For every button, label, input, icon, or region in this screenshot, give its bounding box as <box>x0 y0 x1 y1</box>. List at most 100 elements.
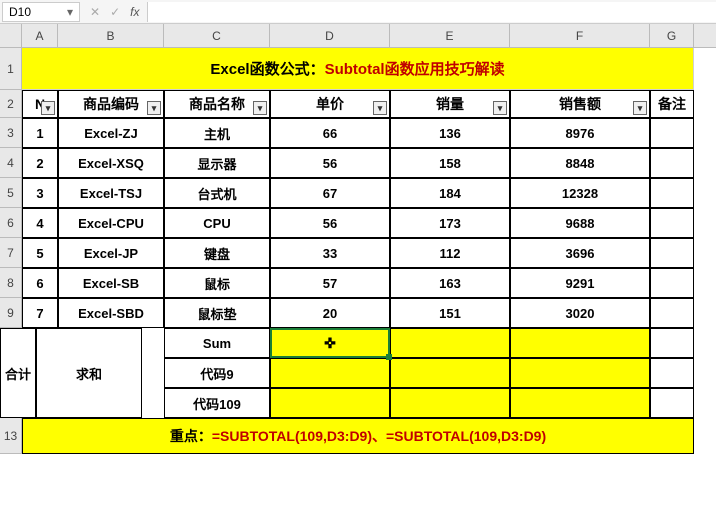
cell-remark[interactable] <box>650 298 694 328</box>
row-header-4[interactable]: 4 <box>0 148 22 178</box>
cell-name[interactable]: 键盘 <box>164 238 270 268</box>
row-header-1[interactable]: 1 <box>0 48 22 90</box>
cell-name[interactable]: 主机 <box>164 118 270 148</box>
cell-D11[interactable] <box>270 358 390 388</box>
header-remark[interactable]: 备注 <box>650 90 694 118</box>
filter-icon[interactable]: ▾ <box>147 101 161 115</box>
cell-E10[interactable] <box>390 328 510 358</box>
cell-name[interactable]: CPU <box>164 208 270 238</box>
cell-D12[interactable] <box>270 388 390 418</box>
cell-name[interactable]: 鼠标 <box>164 268 270 298</box>
filter-icon[interactable]: ▾ <box>253 101 267 115</box>
cancel-icon[interactable]: ✕ <box>90 5 100 19</box>
cell-sales[interactable]: 8848 <box>510 148 650 178</box>
cell-code[interactable]: Excel-SBD <box>58 298 164 328</box>
cell-sales[interactable]: 12328 <box>510 178 650 208</box>
filter-icon[interactable]: ▾ <box>493 101 507 115</box>
cell-price[interactable]: 66 <box>270 118 390 148</box>
cell-n[interactable]: 7 <box>22 298 58 328</box>
cell-E12[interactable] <box>390 388 510 418</box>
cell-G11[interactable] <box>650 358 694 388</box>
col-header-C[interactable]: C <box>164 24 270 47</box>
merge-total-B[interactable]: 求和 <box>36 328 142 418</box>
cell-code[interactable]: Excel-XSQ <box>58 148 164 178</box>
merge-total-A[interactable]: 合计 <box>0 328 36 418</box>
cell-price[interactable]: 56 <box>270 208 390 238</box>
cell-qty[interactable]: 163 <box>390 268 510 298</box>
cell-remark[interactable] <box>650 148 694 178</box>
header-N[interactable]: N▾ <box>22 90 58 118</box>
cell-remark[interactable] <box>650 208 694 238</box>
header-sales[interactable]: 销售额▾ <box>510 90 650 118</box>
col-header-D[interactable]: D <box>270 24 390 47</box>
cell-D10-selected[interactable]: ✜ <box>270 328 390 358</box>
header-qty[interactable]: 销量▾ <box>390 90 510 118</box>
cell-F12[interactable] <box>510 388 650 418</box>
col-header-B[interactable]: B <box>58 24 164 47</box>
chevron-down-icon[interactable]: ▾ <box>67 5 73 19</box>
cell-qty[interactable]: 136 <box>390 118 510 148</box>
formula-input[interactable] <box>147 2 716 22</box>
row-header-9[interactable]: 9 <box>0 298 22 328</box>
row-header-2[interactable]: 2 <box>0 90 22 118</box>
col-header-G[interactable]: G <box>650 24 694 47</box>
cell-sales[interactable]: 9688 <box>510 208 650 238</box>
col-header-A[interactable]: A <box>22 24 58 47</box>
cell-G10[interactable] <box>650 328 694 358</box>
row-header-13[interactable]: 13 <box>0 418 22 454</box>
cell-n[interactable]: 6 <box>22 268 58 298</box>
name-box[interactable]: D10 ▾ <box>2 2 80 22</box>
cell-price[interactable]: 20 <box>270 298 390 328</box>
cell-name[interactable]: 显示器 <box>164 148 270 178</box>
col-header-E[interactable]: E <box>390 24 510 47</box>
cell-sales[interactable]: 9291 <box>510 268 650 298</box>
cell-code[interactable]: Excel-TSJ <box>58 178 164 208</box>
cell-qty[interactable]: 184 <box>390 178 510 208</box>
cell-qty[interactable]: 158 <box>390 148 510 178</box>
cell-G12[interactable] <box>650 388 694 418</box>
header-price[interactable]: 单价▾ <box>270 90 390 118</box>
cell-qty[interactable]: 151 <box>390 298 510 328</box>
cell-code[interactable]: Excel-JP <box>58 238 164 268</box>
cell-qty[interactable]: 173 <box>390 208 510 238</box>
confirm-icon[interactable]: ✓ <box>110 5 120 19</box>
row-header-8[interactable]: 8 <box>0 268 22 298</box>
cell-n[interactable]: 1 <box>22 118 58 148</box>
cell-n[interactable]: 2 <box>22 148 58 178</box>
cell-n[interactable]: 5 <box>22 238 58 268</box>
sum-label[interactable]: Sum <box>164 328 270 358</box>
filter-icon[interactable]: ▾ <box>41 101 55 115</box>
row-header-5[interactable]: 5 <box>0 178 22 208</box>
cell-E11[interactable] <box>390 358 510 388</box>
col-header-F[interactable]: F <box>510 24 650 47</box>
cell-name[interactable]: 鼠标垫 <box>164 298 270 328</box>
cell-code[interactable]: Excel-CPU <box>58 208 164 238</box>
cell-n[interactable]: 4 <box>22 208 58 238</box>
select-all-corner[interactable] <box>0 24 22 48</box>
row-header-6[interactable]: 6 <box>0 208 22 238</box>
cell-price[interactable]: 33 <box>270 238 390 268</box>
cell-name[interactable]: 台式机 <box>164 178 270 208</box>
cell-sales[interactable]: 3696 <box>510 238 650 268</box>
cell-qty[interactable]: 112 <box>390 238 510 268</box>
cell-price[interactable]: 67 <box>270 178 390 208</box>
header-code[interactable]: 商品编码▾ <box>58 90 164 118</box>
cell-code[interactable]: Excel-SB <box>58 268 164 298</box>
cell-price[interactable]: 57 <box>270 268 390 298</box>
filter-icon[interactable]: ▾ <box>633 101 647 115</box>
cell-n[interactable]: 3 <box>22 178 58 208</box>
cell-sales[interactable]: 3020 <box>510 298 650 328</box>
bottom-banner[interactable]: 重点： =SUBTOTAL(109,D3:D9) 、 =SUBTOTAL(109… <box>22 418 694 454</box>
header-name[interactable]: 商品名称▾ <box>164 90 270 118</box>
fx-icon[interactable]: fx <box>130 5 139 19</box>
filter-icon[interactable]: ▾ <box>373 101 387 115</box>
cell-F10[interactable] <box>510 328 650 358</box>
cell-price[interactable]: 56 <box>270 148 390 178</box>
code9-label[interactable]: 代码9 <box>164 358 270 388</box>
title-banner[interactable]: Excel函数公式： Subtotal函数应用技巧解读 <box>22 48 694 90</box>
code109-label[interactable]: 代码109 <box>164 388 270 418</box>
cell-remark[interactable] <box>650 268 694 298</box>
cell-remark[interactable] <box>650 178 694 208</box>
cell-sales[interactable]: 8976 <box>510 118 650 148</box>
cell-remark[interactable] <box>650 238 694 268</box>
